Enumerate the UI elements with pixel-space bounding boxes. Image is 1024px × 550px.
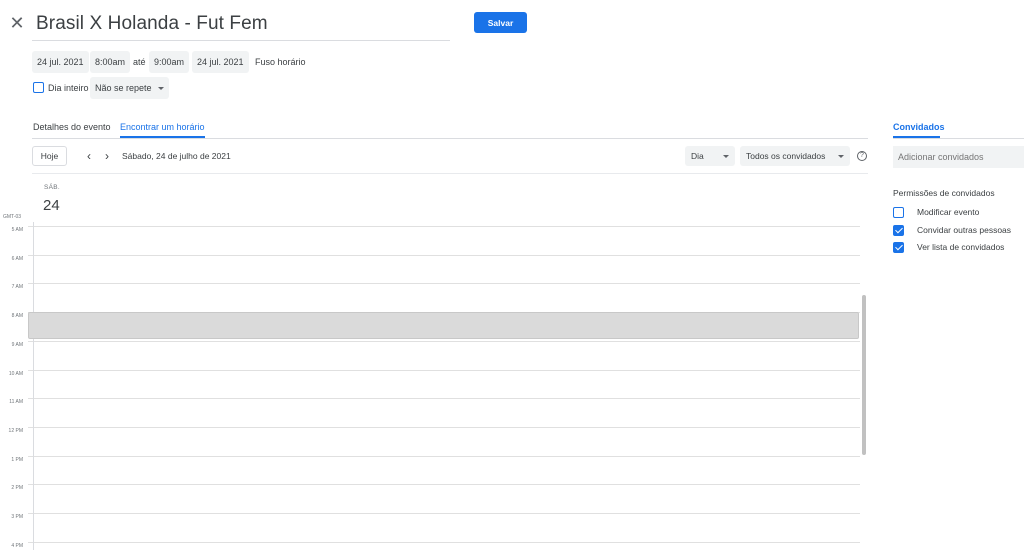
hour-line [28,426,860,428]
all-day-checkbox[interactable] [33,82,44,93]
hour-line [28,369,860,371]
end-date-chip[interactable]: 24 jul. 2021 [192,51,249,73]
guests-filter-select[interactable]: Todos os convidados [740,146,850,166]
event-title[interactable]: Brasil X Holanda - Fut Fem [36,13,268,35]
timezone-offset: GMT-03 [3,214,22,220]
hour-label: 5 AM [11,227,23,233]
hour-line [28,254,860,256]
event-block[interactable] [28,312,859,339]
permission-invite-others[interactable]: Convidar outras pessoas [893,224,1011,236]
repeat-select[interactable]: Não se repete [90,77,169,99]
today-button[interactable]: Hoje [32,146,67,166]
chevron-right-icon[interactable]: › [100,148,114,164]
hour-label: 12 PM [8,427,23,434]
repeat-value: Não se repete [95,83,152,93]
tabs-divider [32,138,868,139]
timezone-link[interactable]: Fuso horário [255,51,306,73]
hour-line [28,398,860,400]
tab-guests[interactable]: Convidados [893,122,945,132]
hour-label: 6 AM [11,255,23,262]
permission-see-guest-list[interactable]: Ver lista de convidados [893,241,1004,253]
start-date-chip[interactable]: 24 jul. 2021 [32,51,89,73]
save-button[interactable]: Salvar [474,12,527,33]
toolbar-divider [32,173,868,174]
day-of-week: SÁB. [44,184,61,191]
tab-find-time[interactable]: Encontrar um horário [120,122,205,132]
permission-label: Ver lista de convidados [917,242,1005,252]
hour-label: 11 AM [9,399,23,406]
hour-line [28,283,860,285]
permission-label: Convidar outras pessoas [917,225,1012,235]
help-icon[interactable]: ? [857,151,867,161]
view-value: Dia [691,151,704,161]
hour-label: 3 PM [11,514,23,520]
add-guests-input[interactable] [893,146,1024,168]
day-number[interactable]: 24 [43,197,60,214]
start-time-chip[interactable]: 8:00am [90,51,131,73]
permission-modify-event[interactable]: Modificar evento [893,206,979,218]
close-icon[interactable]: ✕ [8,14,26,32]
chevron-left-icon[interactable]: ‹ [82,148,96,164]
permission-checkbox[interactable] [893,224,904,236]
hour-line [28,340,860,342]
permission-checkbox[interactable] [893,206,904,218]
hour-label: 8 AM [11,313,23,320]
hour-line [28,455,860,457]
end-time-chip[interactable]: 9:00am [149,51,190,73]
guests-filter-value: Todos os convidados [746,151,826,161]
hour-label: 7 AM [11,284,23,291]
permission-checkbox[interactable] [893,241,904,253]
guests-divider [893,138,1024,139]
caret-down-icon [723,154,729,158]
hour-label: 10 AM [8,370,23,377]
scrollbar[interactable] [862,295,866,455]
hour-line [28,226,860,227]
hour-label: 4 PM [11,542,23,549]
hour-line [28,541,860,543]
hour-line [28,484,860,486]
caret-down-icon [157,86,164,90]
grid-vertical-line [33,222,34,550]
hour-label: 1 PM [11,456,23,463]
current-date-label: Sábado, 24 de julho de 2021 [122,151,231,161]
view-select[interactable]: Dia [685,146,735,166]
all-day-label[interactable]: Dia inteiro [48,83,89,93]
hour-line [28,513,860,514]
tab-event-details[interactable]: Detalhes do evento [33,122,111,132]
until-label: até [133,57,146,67]
permissions-title: Permissões de convidados [893,188,995,198]
hour-label: 2 PM [11,485,23,492]
permission-label: Modificar evento [917,207,980,217]
day-grid[interactable]: 5 AM 6 AM 7 AM 8 AM 9 AM 10 AM 11 AM 12 PM 1 PM 2… [0,222,868,550]
hour-label: 9 AM [11,341,23,348]
caret-down-icon [838,154,844,158]
